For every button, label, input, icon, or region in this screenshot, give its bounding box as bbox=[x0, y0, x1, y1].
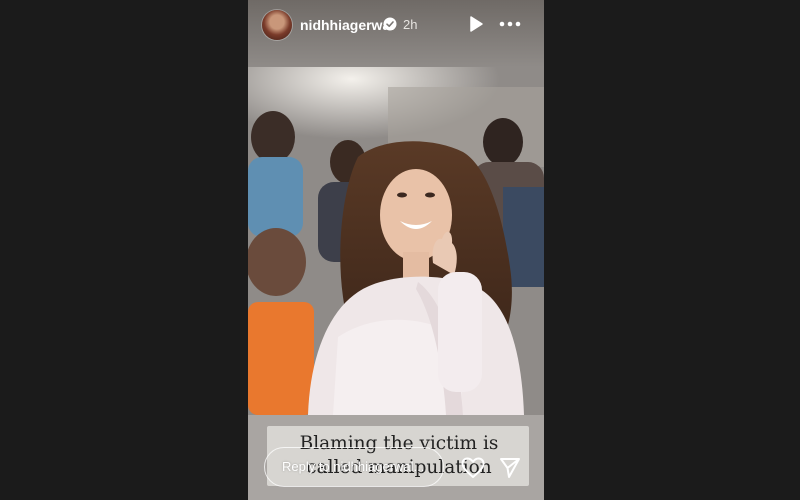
send-icon[interactable] bbox=[499, 457, 521, 479]
username[interactable]: nidhhiagerwal bbox=[300, 17, 394, 33]
verified-badge-icon bbox=[383, 17, 397, 31]
more-dots-icon[interactable] bbox=[499, 15, 521, 33]
reply-placeholder: Reply to nidhhiagerwal... bbox=[282, 459, 425, 474]
woman-in-white-saree-laughing-crowd-photo bbox=[248, 67, 544, 415]
story-viewer: nidhhiagerwal 2h Blaming the victim is c… bbox=[248, 0, 544, 500]
story-time: 2h bbox=[403, 17, 418, 32]
play-icon[interactable] bbox=[467, 15, 485, 33]
reply-input[interactable]: Reply to nidhhiagerwal... bbox=[264, 447, 444, 487]
avatar[interactable] bbox=[262, 10, 292, 40]
story-header: nidhhiagerwal 2h bbox=[248, 0, 544, 52]
heart-icon[interactable] bbox=[461, 457, 485, 479]
story-photo bbox=[248, 67, 544, 415]
